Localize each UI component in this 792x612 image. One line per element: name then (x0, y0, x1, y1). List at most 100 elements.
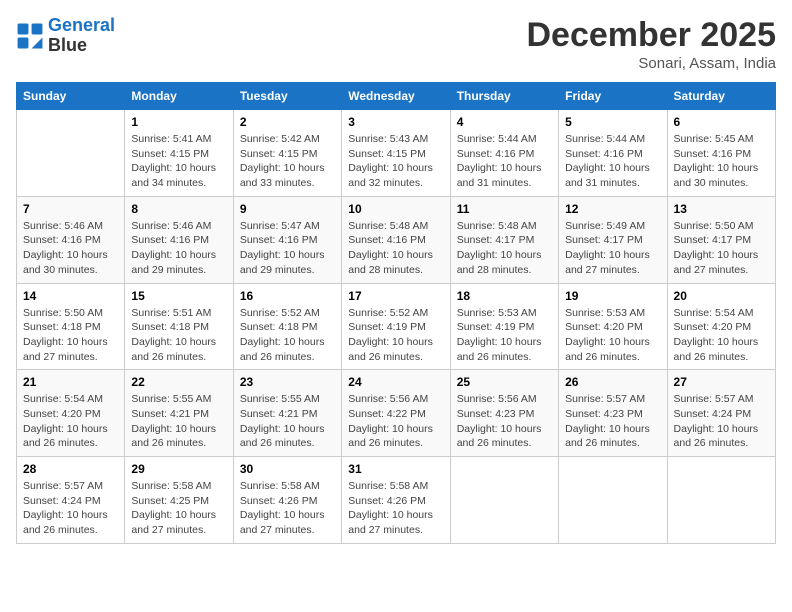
day-number: 14 (23, 289, 118, 303)
day-info: Sunrise: 5:49 AM Sunset: 4:17 PM Dayligh… (565, 219, 660, 278)
calendar-cell: 22 Sunrise: 5:55 AM Sunset: 4:21 PM Dayli… (125, 370, 233, 457)
calendar-cell: 16 Sunrise: 5:52 AM Sunset: 4:18 PM Dayli… (233, 283, 341, 370)
day-number: 27 (674, 375, 769, 389)
day-number: 16 (240, 289, 335, 303)
day-info: Sunrise: 5:56 AM Sunset: 4:22 PM Dayligh… (348, 392, 443, 451)
day-info: Sunrise: 5:55 AM Sunset: 4:21 PM Dayligh… (240, 392, 335, 451)
day-info: Sunrise: 5:44 AM Sunset: 4:16 PM Dayligh… (457, 132, 552, 191)
day-number: 25 (457, 375, 552, 389)
weekday-header-monday: Monday (125, 83, 233, 110)
calendar-cell: 31 Sunrise: 5:58 AM Sunset: 4:26 PM Dayli… (342, 457, 450, 544)
calendar-cell (667, 457, 775, 544)
calendar-cell: 24Sunrise: 5:56 AM Sunset: 4:22 PM Dayli… (342, 370, 450, 457)
calendar-cell: 2Sunrise: 5:42 AM Sunset: 4:15 PM Daylig… (233, 110, 341, 197)
day-number: 3 (348, 115, 443, 129)
day-info: Sunrise: 5:52 AM Sunset: 4:18 PM Dayligh… (240, 306, 335, 365)
calendar-cell: 13 Sunrise: 5:50 AM Sunset: 4:17 PM Dayli… (667, 196, 775, 283)
page-header: GeneralBlue December 2025 Sonari, Assam,… (16, 16, 776, 72)
calendar-cell: 11 Sunrise: 5:48 AM Sunset: 4:17 PM Dayli… (450, 196, 558, 283)
weekday-header-friday: Friday (559, 83, 667, 110)
calendar-cell (17, 110, 125, 197)
weekday-header-saturday: Saturday (667, 83, 775, 110)
calendar-cell: 6 Sunrise: 5:45 AM Sunset: 4:16 PM Daylig… (667, 110, 775, 197)
day-info: Sunrise: 5:46 AM Sunset: 4:16 PM Dayligh… (23, 219, 118, 278)
day-info: Sunrise: 5:46 AM Sunset: 4:16 PM Dayligh… (131, 219, 226, 278)
day-number: 23 (240, 375, 335, 389)
day-info: Sunrise: 5:45 AM Sunset: 4:16 PM Dayligh… (674, 132, 769, 191)
day-info: Sunrise: 5:58 AM Sunset: 4:26 PM Dayligh… (348, 479, 443, 538)
day-number: 1 (131, 115, 226, 129)
calendar-cell: 21 Sunrise: 5:54 AM Sunset: 4:20 PM Dayli… (17, 370, 125, 457)
day-number: 26 (565, 375, 660, 389)
calendar-cell: 27Sunrise: 5:57 AM Sunset: 4:24 PM Dayli… (667, 370, 775, 457)
day-info: Sunrise: 5:54 AM Sunset: 4:20 PM Dayligh… (674, 306, 769, 365)
calendar-week-row: 14 Sunrise: 5:50 AM Sunset: 4:18 PM Dayli… (17, 283, 776, 370)
logo-icon (16, 22, 44, 50)
day-info: Sunrise: 5:53 AM Sunset: 4:19 PM Dayligh… (457, 306, 552, 365)
day-number: 21 (23, 375, 118, 389)
day-info: Sunrise: 5:57 AM Sunset: 4:23 PM Dayligh… (565, 392, 660, 451)
day-info: Sunrise: 5:47 AM Sunset: 4:16 PM Dayligh… (240, 219, 335, 278)
day-number: 6 (674, 115, 769, 129)
day-info: Sunrise: 5:55 AM Sunset: 4:21 PM Dayligh… (131, 392, 226, 451)
day-info: Sunrise: 5:54 AM Sunset: 4:20 PM Dayligh… (23, 392, 118, 451)
calendar-week-row: 1 Sunrise: 5:41 AM Sunset: 4:15 PM Daylig… (17, 110, 776, 197)
weekday-header-row: SundayMondayTuesdayWednesdayThursdayFrid… (17, 83, 776, 110)
weekday-header-wednesday: Wednesday (342, 83, 450, 110)
day-number: 22 (131, 375, 226, 389)
calendar-cell: 25Sunrise: 5:56 AM Sunset: 4:23 PM Dayli… (450, 370, 558, 457)
day-number: 29 (131, 462, 226, 476)
calendar-cell: 19Sunrise: 5:53 AM Sunset: 4:20 PM Dayli… (559, 283, 667, 370)
day-number: 9 (240, 202, 335, 216)
day-info: Sunrise: 5:48 AM Sunset: 4:16 PM Dayligh… (348, 219, 443, 278)
day-number: 15 (131, 289, 226, 303)
calendar-cell: 23 Sunrise: 5:55 AM Sunset: 4:21 PM Dayli… (233, 370, 341, 457)
day-number: 11 (457, 202, 552, 216)
calendar-cell: 5Sunrise: 5:44 AM Sunset: 4:16 PM Daylig… (559, 110, 667, 197)
day-info: Sunrise: 5:48 AM Sunset: 4:17 PM Dayligh… (457, 219, 552, 278)
calendar-cell: 26 Sunrise: 5:57 AM Sunset: 4:23 PM Dayli… (559, 370, 667, 457)
calendar-header: SundayMondayTuesdayWednesdayThursdayFrid… (17, 83, 776, 110)
day-info: Sunrise: 5:42 AM Sunset: 4:15 PM Dayligh… (240, 132, 335, 191)
day-info: Sunrise: 5:51 AM Sunset: 4:18 PM Dayligh… (131, 306, 226, 365)
day-info: Sunrise: 5:41 AM Sunset: 4:15 PM Dayligh… (131, 132, 226, 191)
weekday-header-thursday: Thursday (450, 83, 558, 110)
day-number: 7 (23, 202, 118, 216)
day-number: 31 (348, 462, 443, 476)
day-number: 18 (457, 289, 552, 303)
day-number: 20 (674, 289, 769, 303)
calendar-cell: 15 Sunrise: 5:51 AM Sunset: 4:18 PM Dayli… (125, 283, 233, 370)
calendar-cell: 7 Sunrise: 5:46 AM Sunset: 4:16 PM Daylig… (17, 196, 125, 283)
day-info: Sunrise: 5:58 AM Sunset: 4:26 PM Dayligh… (240, 479, 335, 538)
calendar-cell: 28Sunrise: 5:57 AM Sunset: 4:24 PM Dayli… (17, 457, 125, 544)
calendar-body: 1 Sunrise: 5:41 AM Sunset: 4:15 PM Daylig… (17, 110, 776, 544)
calendar-table: SundayMondayTuesdayWednesdayThursdayFrid… (16, 82, 776, 544)
day-number: 8 (131, 202, 226, 216)
calendar-cell: 20 Sunrise: 5:54 AM Sunset: 4:20 PM Dayli… (667, 283, 775, 370)
location-subtitle: Sonari, Assam, India (526, 55, 776, 72)
calendar-week-row: 21 Sunrise: 5:54 AM Sunset: 4:20 PM Dayli… (17, 370, 776, 457)
day-number: 5 (565, 115, 660, 129)
month-title: December 2025 (526, 16, 776, 55)
weekday-header-sunday: Sunday (17, 83, 125, 110)
day-number: 17 (348, 289, 443, 303)
day-number: 12 (565, 202, 660, 216)
day-info: Sunrise: 5:50 AM Sunset: 4:17 PM Dayligh… (674, 219, 769, 278)
calendar-cell (450, 457, 558, 544)
day-number: 13 (674, 202, 769, 216)
day-number: 10 (348, 202, 443, 216)
calendar-cell: 8 Sunrise: 5:46 AM Sunset: 4:16 PM Daylig… (125, 196, 233, 283)
calendar-cell: 17Sunrise: 5:52 AM Sunset: 4:19 PM Dayli… (342, 283, 450, 370)
calendar-cell (559, 457, 667, 544)
day-info: Sunrise: 5:50 AM Sunset: 4:18 PM Dayligh… (23, 306, 118, 365)
calendar-week-row: 28Sunrise: 5:57 AM Sunset: 4:24 PM Dayli… (17, 457, 776, 544)
day-info: Sunrise: 5:43 AM Sunset: 4:15 PM Dayligh… (348, 132, 443, 191)
calendar-cell: 18 Sunrise: 5:53 AM Sunset: 4:19 PM Dayli… (450, 283, 558, 370)
calendar-cell: 4Sunrise: 5:44 AM Sunset: 4:16 PM Daylig… (450, 110, 558, 197)
title-block: December 2025 Sonari, Assam, India (526, 16, 776, 72)
day-number: 30 (240, 462, 335, 476)
day-info: Sunrise: 5:53 AM Sunset: 4:20 PM Dayligh… (565, 306, 660, 365)
logo-text: GeneralBlue (48, 16, 115, 56)
calendar-cell: 14 Sunrise: 5:50 AM Sunset: 4:18 PM Dayli… (17, 283, 125, 370)
calendar-cell: 1 Sunrise: 5:41 AM Sunset: 4:15 PM Daylig… (125, 110, 233, 197)
